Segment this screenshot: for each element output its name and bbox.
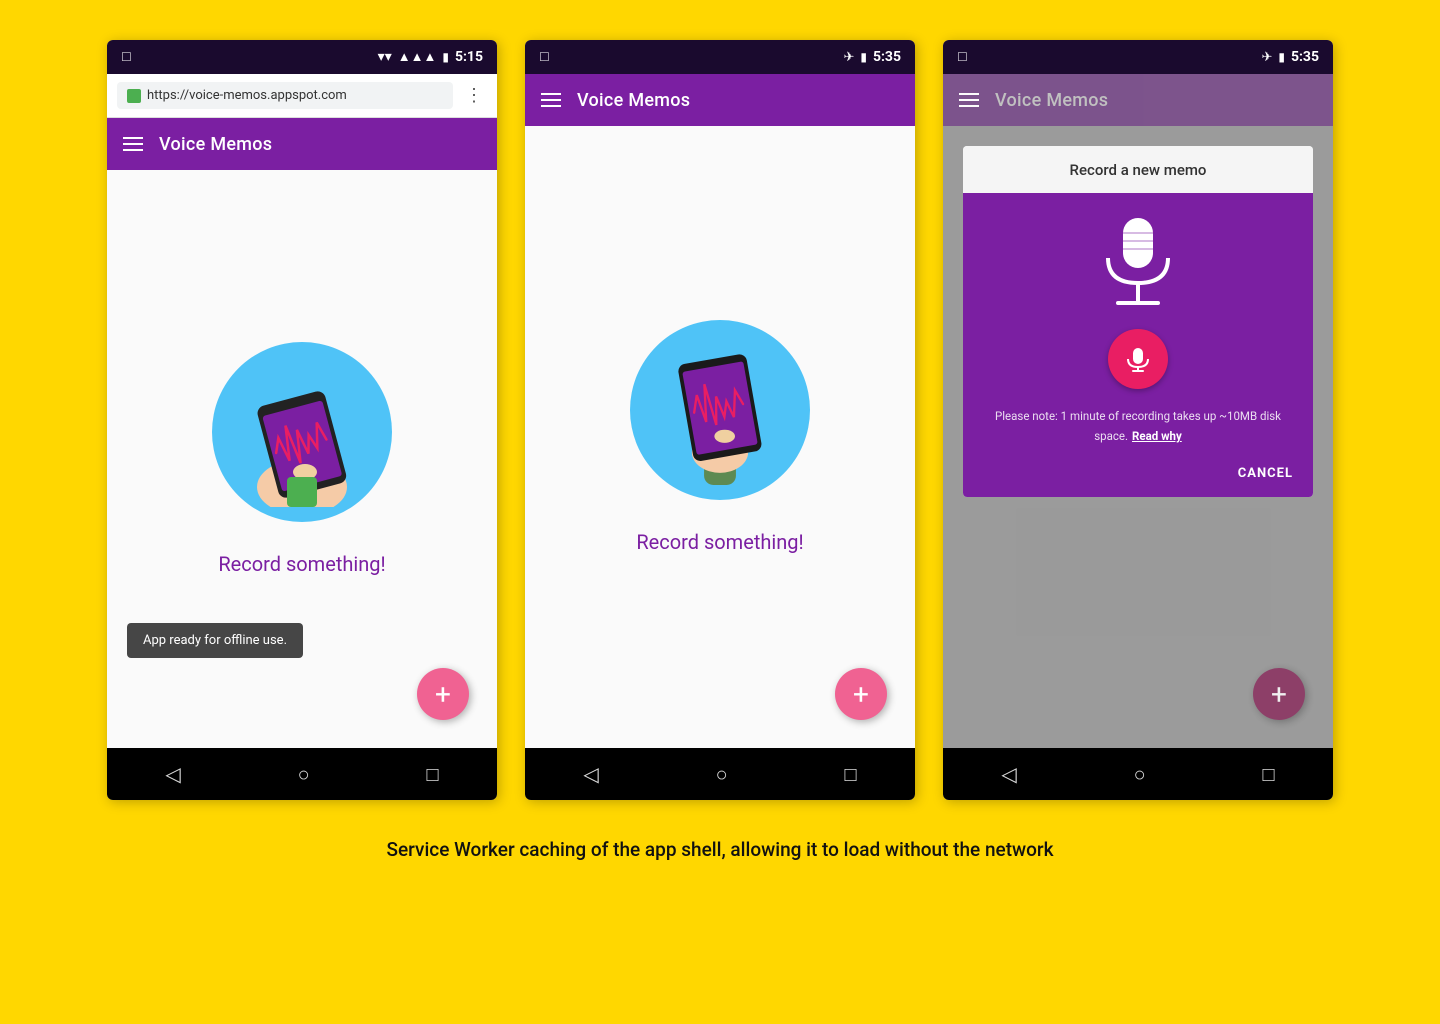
- battery-icon-3: ▮: [1278, 50, 1285, 64]
- page-caption: Service Worker caching of the app shell,…: [386, 836, 1053, 865]
- home-button-2[interactable]: ○: [716, 762, 728, 787]
- airplane-icon-2: ✈: [843, 50, 854, 65]
- phones-container: ☐ ▾▾ ▲▲▲ ▮ 5:15 https://voice-memos.apps…: [107, 40, 1333, 800]
- sim-icon-3: ☐: [957, 50, 968, 64]
- cancel-label: CANCEL: [1238, 466, 1293, 481]
- toolbar-title-3: Voice Memos: [995, 90, 1108, 111]
- nav-bar-3: ◁ ○ □: [943, 748, 1333, 800]
- nav-bar-1: ◁ ○ □: [107, 748, 497, 800]
- status-time-2: 5:35: [873, 49, 901, 65]
- dialog-title-bar: Record a new memo: [963, 146, 1313, 193]
- app-toolbar-3: Voice Memos: [943, 74, 1333, 126]
- wifi-icon: ▾▾: [378, 49, 392, 65]
- phone-3: ☐ ✈ ▮ 5:35 Voice Memos Record a new memo: [943, 40, 1333, 800]
- status-bar-1: ☐ ▾▾ ▲▲▲ ▮ 5:15: [107, 40, 497, 74]
- battery-icon: ▮: [442, 50, 449, 64]
- microphone-large-icon: [1093, 213, 1183, 313]
- record-label-1: Record something!: [218, 552, 385, 576]
- nav-bar-2: ◁ ○ □: [525, 748, 915, 800]
- status-time-3: 5:35: [1291, 49, 1319, 65]
- browser-bar: https://voice-memos.appspot.com ⋮: [107, 74, 497, 118]
- phone-illustration-1: [212, 342, 392, 522]
- record-dialog: Record a new memo: [963, 146, 1313, 497]
- hamburger-menu-1[interactable]: [123, 137, 143, 151]
- sim-icon-2: ☐: [539, 50, 550, 64]
- phone-illustration-2: [630, 320, 810, 500]
- fab-icon-2: +: [853, 678, 869, 711]
- recents-button-2[interactable]: □: [844, 762, 856, 787]
- dialog-note: Please note: 1 minute of recording takes…: [983, 405, 1293, 446]
- recents-button-3[interactable]: □: [1262, 762, 1274, 787]
- toolbar-title-1: Voice Memos: [159, 134, 272, 155]
- airplane-icon-3: ✈: [1261, 50, 1272, 65]
- phone-content-1: Record something! App ready for offline …: [107, 170, 497, 748]
- url-box[interactable]: https://voice-memos.appspot.com: [117, 82, 453, 109]
- fab-icon-3: +: [1271, 678, 1287, 711]
- status-bar-2: ☐ ✈ ▮ 5:35: [525, 40, 915, 74]
- phone-content-3: Record a new memo: [943, 126, 1333, 748]
- battery-icon-2: ▮: [860, 50, 867, 64]
- caption-text: Service Worker caching of the app shell,…: [386, 838, 1053, 861]
- app-toolbar-1: Voice Memos: [107, 118, 497, 170]
- fab-button-3[interactable]: +: [1253, 668, 1305, 720]
- signal-icon: ▲▲▲: [398, 49, 437, 65]
- back-button-1[interactable]: ◁: [165, 762, 180, 786]
- phone-2: ☐ ✈ ▮ 5:35 Voice Memos: [525, 40, 915, 800]
- phone-content-2: Record something! +: [525, 126, 915, 748]
- app-toolbar-2: Voice Memos: [525, 74, 915, 126]
- read-why-link[interactable]: Read why: [1132, 429, 1182, 443]
- record-label-2: Record something!: [636, 530, 803, 554]
- record-button[interactable]: [1108, 329, 1168, 389]
- home-button-3[interactable]: ○: [1134, 762, 1146, 787]
- fab-icon-1: +: [435, 678, 451, 711]
- fab-button-2[interactable]: +: [835, 668, 887, 720]
- home-button-1[interactable]: ○: [298, 762, 310, 787]
- offline-toast: App ready for offline use.: [127, 623, 303, 658]
- lock-icon: [127, 89, 141, 103]
- hamburger-menu-2[interactable]: [541, 93, 561, 107]
- fab-button-1[interactable]: +: [417, 668, 469, 720]
- toolbar-title-2: Voice Memos: [577, 90, 690, 111]
- phone-1: ☐ ▾▾ ▲▲▲ ▮ 5:15 https://voice-memos.apps…: [107, 40, 497, 800]
- status-bar-3: ☐ ✈ ▮ 5:35: [943, 40, 1333, 74]
- menu-dots-icon[interactable]: ⋮: [461, 81, 487, 110]
- dialog-body: Please note: 1 minute of recording takes…: [963, 193, 1313, 497]
- back-button-2[interactable]: ◁: [583, 762, 598, 786]
- sim-icon: ☐: [121, 50, 132, 64]
- recents-button-1[interactable]: □: [426, 762, 438, 787]
- toast-text: App ready for offline use.: [143, 633, 287, 648]
- url-text: https://voice-memos.appspot.com: [147, 88, 347, 103]
- cancel-button[interactable]: CANCEL: [1238, 462, 1293, 481]
- dialog-title: Record a new memo: [1070, 161, 1207, 179]
- back-button-3[interactable]: ◁: [1001, 762, 1016, 786]
- hamburger-menu-3: [959, 93, 979, 107]
- status-time: 5:15: [455, 49, 483, 65]
- mic-button-icon: [1124, 345, 1152, 373]
